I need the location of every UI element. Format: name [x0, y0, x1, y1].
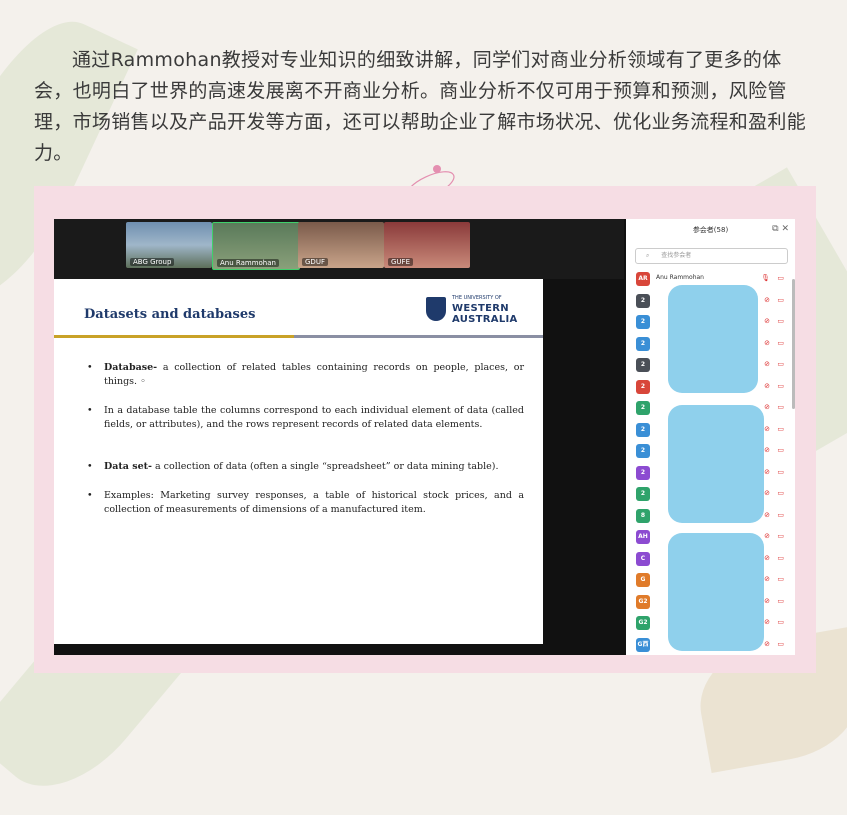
camera-off-icon[interactable]: ▭: [777, 446, 784, 454]
crest-icon: [426, 297, 446, 321]
avatar: G2: [636, 594, 650, 609]
camera-off-icon[interactable]: ▭: [777, 511, 784, 519]
avatar: 8: [636, 508, 650, 523]
mic-muted-icon[interactable]: ⊘: [764, 618, 770, 626]
mic-muted-icon[interactable]: ⊘: [764, 640, 770, 648]
bullet-item: Data set- a collection of data (often a …: [87, 460, 524, 474]
panel-controls: ⧉ ✕: [772, 224, 789, 234]
university-logo: THE UNIVERSITY OF WESTERN AUSTRALIA: [426, 295, 517, 327]
slide-bullets: Database- a collection of related tables…: [87, 361, 524, 532]
camera-off-icon[interactable]: ▭: [777, 532, 784, 540]
camera-off-icon[interactable]: ▭: [777, 597, 784, 605]
mic-muted-icon[interactable]: ⊘: [764, 382, 770, 390]
avatar: AH: [636, 530, 650, 544]
participant-search-input[interactable]: ⌕ 查找参会者: [635, 248, 788, 264]
video-tile[interactable]: Anu Rammohan: [212, 222, 300, 270]
camera-off-icon[interactable]: ▭: [777, 360, 784, 368]
meeting-screenshot: ABG Group Anu Rammohan GDUF GUFE Dataset…: [54, 219, 795, 655]
panel-scrollbar[interactable]: [792, 279, 795, 409]
privacy-blur: [668, 533, 764, 651]
avatar: 2: [636, 401, 650, 415]
camera-off-icon[interactable]: ▭: [777, 317, 784, 325]
panel-title: 参会者(58): [692, 226, 729, 234]
participants-panel: 参会者(58) ⧉ ✕ ⌕ 查找参会者 AR Anu Rammohan 🎙 ▭ 2 ⊘ ▭ 2…: [626, 219, 795, 655]
search-icon: ⌕: [646, 252, 650, 259]
camera-off-icon[interactable]: ▭: [777, 425, 784, 433]
camera-off-icon[interactable]: ▭: [777, 339, 784, 347]
camera-off-icon[interactable]: ▭: [777, 403, 784, 411]
mic-muted-icon[interactable]: ⊘: [764, 597, 770, 605]
participant-name: Anu Rammohan: [656, 274, 704, 281]
privacy-blur: [668, 285, 758, 393]
avatar: 2: [636, 293, 650, 308]
mic-muted-icon[interactable]: ⊘: [764, 446, 770, 454]
avatar: G: [636, 573, 650, 587]
mic-muted-icon[interactable]: ⊘: [764, 296, 770, 304]
mic-muted-icon[interactable]: ⊘: [764, 360, 770, 368]
video-tile[interactable]: GDUF: [298, 222, 384, 268]
video-strip: ABG Group Anu Rammohan GDUF GUFE: [54, 219, 624, 279]
mic-muted-icon[interactable]: ⊘: [764, 425, 770, 433]
presentation-slide: Datasets and databases THE UNIVERSITY OF…: [54, 279, 543, 644]
camera-off-icon[interactable]: ▭: [777, 468, 784, 476]
camera-off-icon[interactable]: ▭: [777, 296, 784, 304]
mic-muted-icon[interactable]: ⊘: [764, 339, 770, 347]
slide-divider: [294, 335, 543, 338]
avatar: 2: [636, 444, 650, 458]
avatar: G西: [636, 637, 650, 652]
camera-off-icon[interactable]: ▭: [777, 274, 784, 282]
mic-muted-icon[interactable]: ⊘: [764, 317, 770, 325]
bullet-item: In a database table the columns correspo…: [87, 404, 524, 432]
mic-muted-icon[interactable]: ⊘: [764, 403, 770, 411]
privacy-blur: [668, 405, 764, 523]
camera-off-icon[interactable]: ▭: [777, 618, 784, 626]
camera-off-icon[interactable]: ▭: [777, 575, 784, 583]
camera-off-icon[interactable]: ▭: [777, 554, 784, 562]
avatar: 2: [636, 487, 650, 501]
avatar: C: [636, 551, 650, 566]
mic-muted-icon[interactable]: ⊘: [764, 489, 770, 497]
intro-paragraph: 通过Rammohan教授对专业知识的细致讲解，同学们对商业分析领域有了更多的体会…: [34, 49, 807, 164]
video-tile[interactable]: GUFE: [384, 222, 470, 268]
camera-off-icon[interactable]: ▭: [777, 382, 784, 390]
avatar: 2: [636, 358, 650, 372]
camera-off-icon[interactable]: ▭: [777, 640, 784, 648]
avatar: 2: [636, 379, 650, 394]
mic-muted-icon[interactable]: ⊘: [764, 575, 770, 583]
bullet-item: Examples: Marketing survey responses, a …: [87, 489, 524, 517]
avatar: 2: [636, 315, 650, 329]
mic-muted-icon[interactable]: ⊘: [764, 511, 770, 519]
slide-title: Datasets and databases: [84, 307, 256, 322]
mic-muted-icon[interactable]: ⊘: [764, 468, 770, 476]
mic-muted-icon[interactable]: 🎙: [761, 274, 770, 282]
popout-icon[interactable]: ⧉: [772, 224, 778, 234]
bullet-item: Database- a collection of related tables…: [87, 361, 524, 389]
video-tile[interactable]: ABG Group: [126, 222, 212, 268]
avatar: 2: [636, 422, 650, 437]
camera-off-icon[interactable]: ▭: [777, 489, 784, 497]
avatar: AR: [636, 272, 650, 286]
avatar: 2: [636, 465, 650, 480]
mic-muted-icon[interactable]: ⊘: [764, 532, 770, 540]
close-icon[interactable]: ✕: [781, 224, 789, 234]
mic-muted-icon[interactable]: ⊘: [764, 554, 770, 562]
avatar: G2: [636, 616, 650, 630]
avatar: 2: [636, 336, 650, 351]
